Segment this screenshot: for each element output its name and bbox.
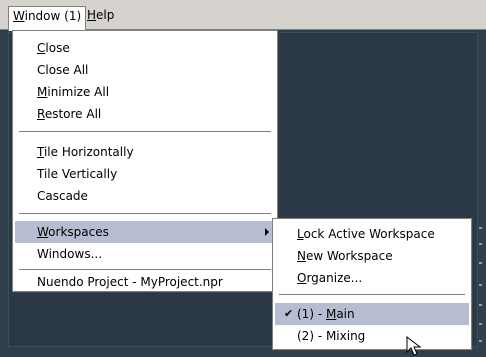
- menu-help-label: elp: [96, 8, 115, 22]
- track-marker: [479, 243, 482, 245]
- track-marker: [479, 284, 482, 286]
- submenu-arrow-icon: [265, 228, 269, 236]
- menu-item-project[interactable]: Nuendo Project - MyProject.npr: [15, 271, 275, 293]
- menu-bar: Window (1) Help: [0, 0, 486, 31]
- track-marker: [479, 262, 482, 264]
- menu-separator: [19, 213, 271, 215]
- mouse-cursor-icon: [406, 336, 422, 356]
- menu-item-tile-vertically[interactable]: Tile Vertically: [15, 163, 275, 185]
- submenu-item-organize[interactable]: Organize...: [275, 267, 469, 289]
- window-dropdown-menu: Close Close All Minimize All Restore All…: [12, 30, 278, 292]
- menu-separator: [19, 131, 271, 133]
- submenu-item-lock-active-workspace[interactable]: Lock Active Workspace: [275, 223, 469, 245]
- menu-item-cascade[interactable]: Cascade: [15, 185, 275, 207]
- menu-item-close-all[interactable]: Close All: [15, 59, 275, 81]
- submenu-item-workspace-mixing[interactable]: (2) - Mixing: [275, 325, 469, 347]
- menu-help-accel: H: [87, 8, 97, 22]
- menu-item-workspaces[interactable]: Workspaces: [15, 221, 275, 243]
- menu-window[interactable]: Window (1): [8, 6, 87, 31]
- menu-item-minimize-all[interactable]: Minimize All: [15, 81, 275, 103]
- track-marker: [479, 304, 482, 306]
- submenu-item-new-workspace[interactable]: New Workspace: [275, 245, 469, 267]
- menu-item-restore-all[interactable]: Restore All: [15, 103, 275, 125]
- track-marker: [479, 323, 482, 325]
- menu-window-label: indow (1): [24, 9, 82, 23]
- submenu-item-workspace-main[interactable]: ✔ (1) - Main: [275, 303, 469, 325]
- menu-help[interactable]: Help: [83, 6, 118, 24]
- menu-separator: [279, 294, 465, 296]
- workspaces-submenu: Lock Active Workspace New Workspace Orga…: [272, 218, 472, 350]
- menu-item-windows[interactable]: Windows...: [15, 243, 275, 265]
- menu-item-close[interactable]: Close: [15, 37, 275, 59]
- menu-window-accel: W: [13, 9, 25, 23]
- track-marker: [479, 340, 482, 342]
- track-marker: [479, 227, 482, 229]
- menu-item-tile-horizontally[interactable]: Tile Horizontally: [15, 141, 275, 163]
- checkmark-icon: ✔: [284, 307, 294, 320]
